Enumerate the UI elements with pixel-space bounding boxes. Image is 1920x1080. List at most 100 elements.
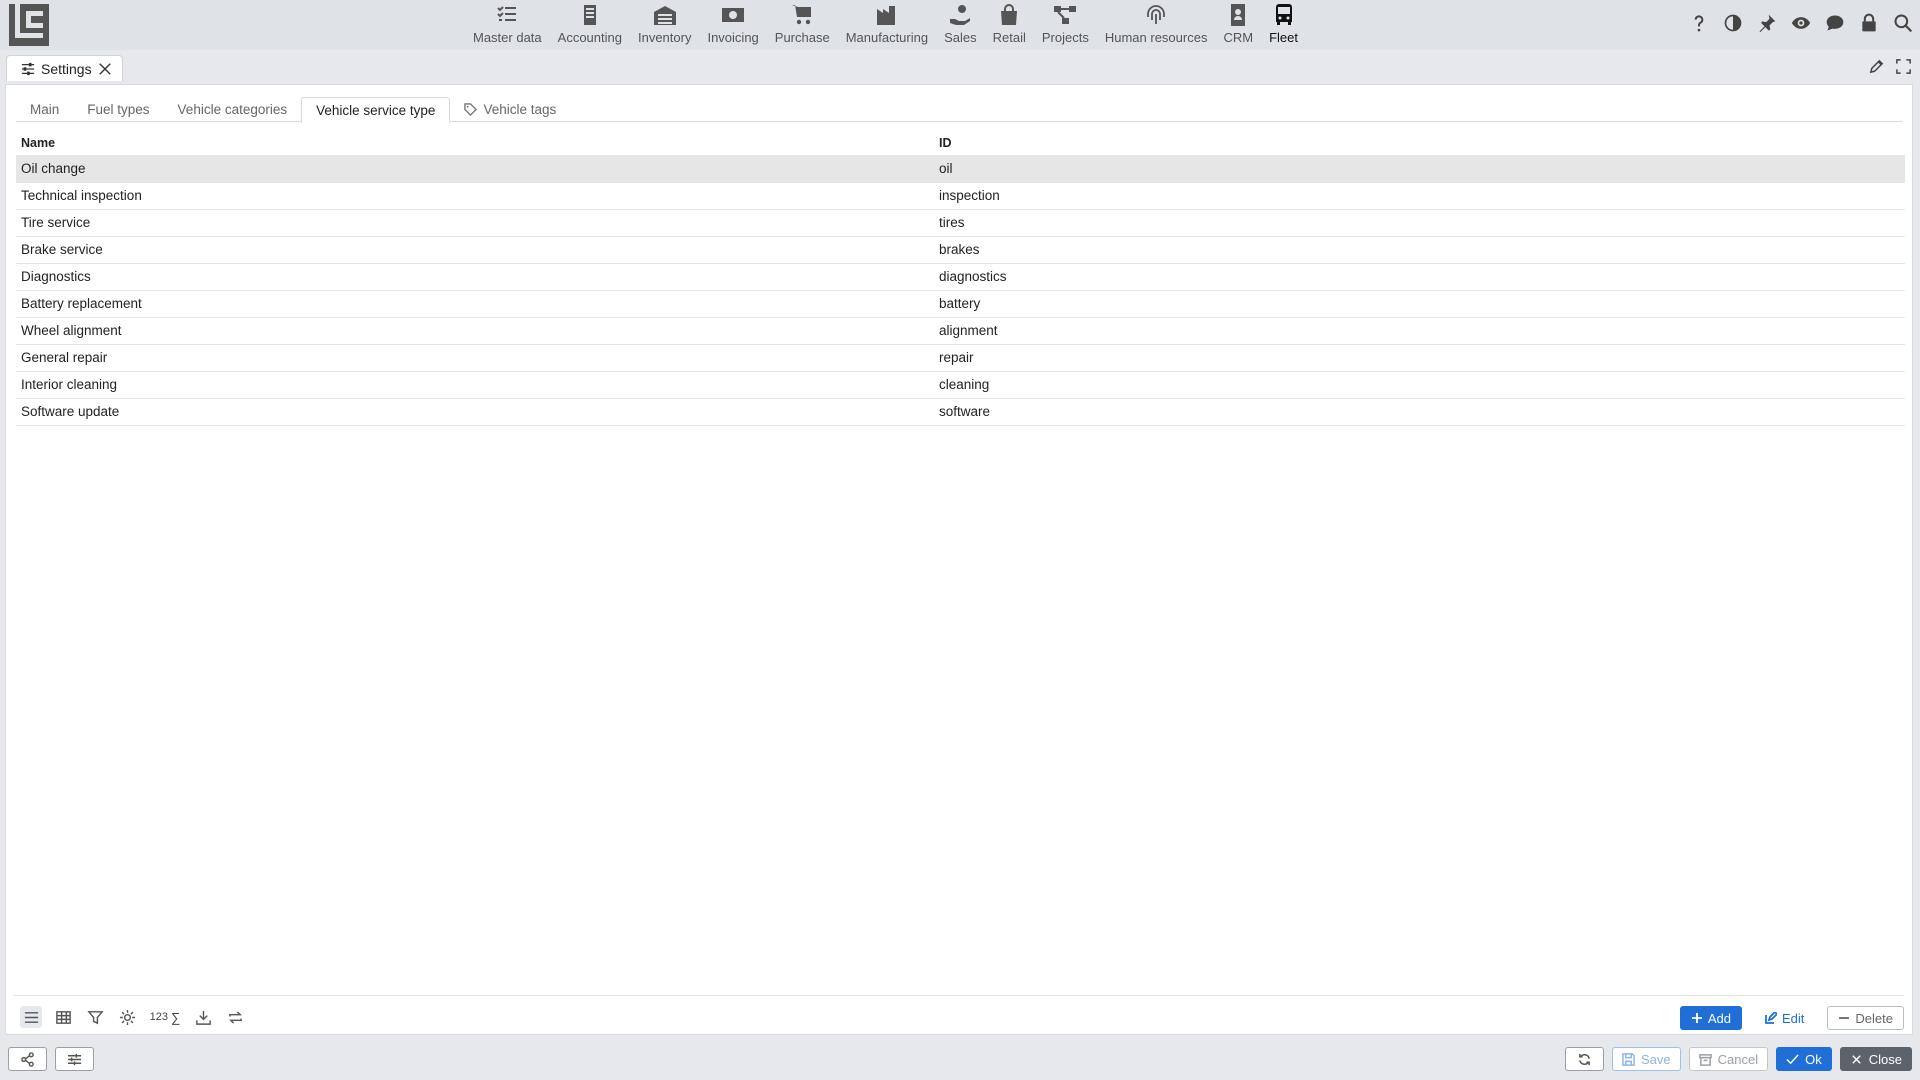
global-search-button[interactable] [1892,12,1914,34]
module-purchase[interactable]: Purchase [767,0,838,50]
ok-button[interactable]: Ok [1776,1047,1832,1071]
table-row[interactable]: Brake service brakes [16,236,1905,264]
help-icon [1694,15,1704,32]
watch-button[interactable] [1790,12,1812,34]
delete-button-label: Delete [1855,1010,1893,1026]
save-button[interactable]: Save [1612,1047,1681,1071]
module-label: CRM [1223,30,1254,45]
column-header-name[interactable]: Name [16,131,934,155]
table-row[interactable]: Wheel alignment alignment [16,317,1905,345]
table-row[interactable]: Software update software [16,398,1905,426]
subtab-vehicle-categories[interactable]: Vehicle categories [164,97,302,122]
pin-icon [1759,14,1776,33]
reload-button[interactable] [1565,1047,1605,1071]
settings-subtabs: Main Fuel types Vehicle categories Vehic… [16,97,1902,123]
module-label: Invoicing [707,30,759,45]
window-tab-settings[interactable]: Settings [6,55,123,81]
table-row[interactable]: General repair repair [16,344,1905,372]
fullscreen-icon[interactable] [1895,58,1912,75]
module-projects[interactable]: Projects [1034,0,1097,50]
grid-view-button[interactable] [52,1006,74,1028]
cell-name: Battery replacement [16,290,934,318]
export-button[interactable] [192,1006,214,1028]
module-menu: Master data Accounting Inventory Invoici… [465,0,1306,50]
edit-button-label: Edit [1782,1010,1805,1026]
contact-card-icon [1231,4,1246,26]
edit-icon [1765,1012,1778,1024]
theme-toggle-button[interactable] [1722,12,1744,34]
module-label: Human resources [1104,30,1208,45]
module-fleet[interactable]: Fleet [1261,0,1306,50]
subtab-main[interactable]: Main [16,97,73,122]
settings-panel: Main Fuel types Vehicle categories Vehic… [5,84,1913,1035]
module-invoicing[interactable]: Invoicing [699,0,766,50]
cell-id: oil [934,155,1905,183]
table-row[interactable]: Battery replacement battery [16,290,1905,318]
subtab-label: Vehicle tags [483,102,557,117]
ledger-icon [583,5,596,25]
close-button[interactable]: Close [1839,1047,1912,1071]
table-row[interactable]: Technical inspection inspection [16,182,1905,210]
list-footer-toolbar: 123 ∑ Add Edit Delete [14,995,1904,1031]
module-crm[interactable]: CRM [1215,0,1261,50]
module-master-data[interactable]: Master data [465,0,550,50]
bottom-action-bar: Save Cancel Ok Close [0,1040,1920,1080]
column-header-id[interactable]: ID [934,131,1905,155]
help-button[interactable] [1688,12,1710,34]
subtab-label: Fuel types [87,102,150,117]
cell-id: diagnostics [934,263,1905,291]
list-view-button[interactable] [20,1006,42,1028]
add-button[interactable]: Add [1679,1006,1743,1030]
module-label: Retail [992,30,1026,45]
table-row[interactable]: Interior cleaning cleaning [16,371,1905,399]
lock-button[interactable] [1858,12,1880,34]
ok-button-label: Ok [1805,1051,1822,1067]
module-accounting[interactable]: Accounting [550,0,630,50]
filter-button[interactable] [84,1006,106,1028]
share-button[interactable] [8,1047,47,1071]
hand-coin-icon [950,5,971,25]
cell-name: Brake service [16,236,934,264]
factory-icon [876,6,895,25]
table-row[interactable]: Tire service tires [16,209,1905,237]
cancel-button[interactable]: Cancel [1688,1047,1769,1071]
pin-button[interactable] [1756,12,1778,34]
cell-id: alignment [934,317,1905,345]
edit-button[interactable]: Edit [1754,1006,1816,1030]
module-human-resources[interactable]: Human resources [1097,0,1216,50]
chat-button[interactable] [1824,12,1846,34]
cell-name: Tire service [16,209,934,237]
totals-button[interactable]: 123 ∑ [148,1006,182,1028]
archive-icon [1698,1053,1712,1066]
list-view-tools: 123 ∑ [20,1006,246,1028]
bottom-right-actions: Save Cancel Ok Close [1565,1047,1912,1071]
module-label: Sales [944,30,977,45]
logo-mark [9,4,49,46]
delete-button[interactable]: Delete [1827,1006,1904,1030]
refresh-list-button[interactable] [224,1006,246,1028]
pencil-icon[interactable] [1868,58,1885,75]
refresh-icon [1579,1053,1590,1065]
window-tools [1868,58,1912,75]
close-icon[interactable] [98,62,112,76]
cell-id: software [934,398,1905,426]
module-manufacturing[interactable]: Manufacturing [838,0,936,50]
table-row[interactable]: Oil change oil [16,155,1905,183]
app-logo[interactable] [6,2,52,48]
list-actions: Add Edit Delete [1679,1006,1904,1030]
subtab-vehicle-tags[interactable]: Vehicle tags [450,97,570,122]
gear-icon [119,1009,135,1025]
module-retail[interactable]: Retail [985,0,1034,50]
table-row[interactable]: Diagnostics diagnostics [16,263,1905,291]
options-button[interactable] [55,1047,94,1071]
top-navigation-bar: Master data Accounting Inventory Invoici… [0,0,1920,50]
cell-id: tires [934,209,1905,237]
list-settings-button[interactable] [116,1006,138,1028]
module-sales[interactable]: Sales [936,0,985,50]
subtab-label: Vehicle service type [316,102,436,118]
minus-icon [1839,1017,1850,1019]
subtab-vehicle-service-type[interactable]: Vehicle service type [301,97,451,123]
module-inventory[interactable]: Inventory [630,0,699,50]
subtab-fuel-types[interactable]: Fuel types [73,97,163,122]
eye-icon [1791,17,1811,29]
